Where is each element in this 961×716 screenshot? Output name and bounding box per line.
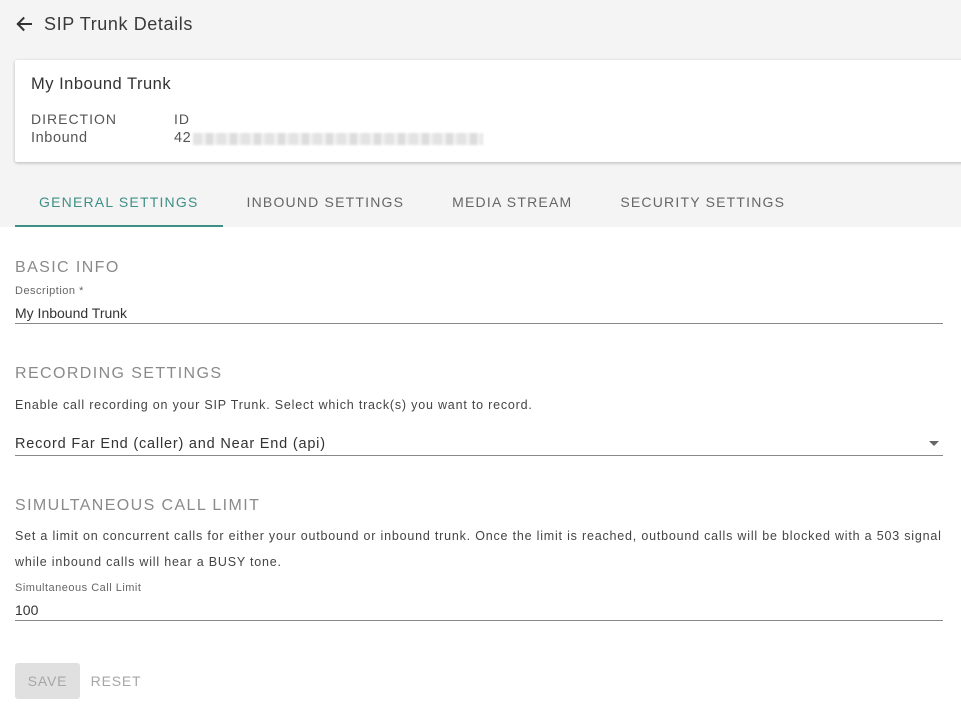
page-title: SIP Trunk Details (44, 13, 193, 34)
direction-value: Inbound (31, 130, 88, 146)
caret-down-icon (929, 441, 939, 446)
direction-label: DIRECTION (31, 111, 117, 127)
tab-media-stream[interactable]: MEDIA STREAM (428, 180, 596, 227)
save-button[interactable]: SAVE (15, 663, 80, 699)
call-limit-help-text: Set a limit on concurrent calls for eith… (15, 529, 942, 569)
direction-block: DIRECTION Inbound (31, 110, 117, 148)
reset-button[interactable]: RESET (88, 663, 144, 699)
recording-help-text: Enable call recording on your SIP Trunk.… (15, 398, 533, 412)
id-block: ID 42 (174, 110, 484, 148)
arrow-left-icon[interactable] (14, 14, 34, 34)
call-limit-heading: SIMULTANEOUS CALL LIMIT (15, 497, 261, 514)
recording-track-select[interactable]: Record Far End (caller) and Near End (ap… (15, 432, 943, 456)
description-field[interactable] (15, 302, 943, 324)
trunk-summary-card: My Inbound Trunk DIRECTION Inbound ID 42 (15, 60, 961, 162)
tab-security-settings[interactable]: SECURITY SETTINGS (596, 180, 809, 227)
id-label: ID (174, 111, 190, 127)
basic-info-heading: BASIC INFO (15, 259, 120, 276)
id-value-text: 42 (174, 130, 192, 146)
call-limit-label: Simultaneous Call Limit (15, 582, 142, 594)
id-value: 42 (174, 129, 484, 148)
redacted-id-mask (193, 132, 484, 145)
call-limit-field[interactable] (15, 599, 943, 621)
trunk-name: My Inbound Trunk (31, 75, 172, 93)
settings-tabs: GENERAL SETTINGS INBOUND SETTINGS MEDIA … (15, 180, 809, 227)
recording-settings-heading: RECORDING SETTINGS (15, 365, 223, 382)
description-label: Description * (15, 285, 84, 297)
tab-general-settings[interactable]: GENERAL SETTINGS (15, 180, 223, 227)
tab-inbound-settings[interactable]: INBOUND SETTINGS (223, 180, 429, 227)
page-header: SIP Trunk Details (14, 12, 193, 36)
recording-selected-value: Record Far End (caller) and Near End (ap… (15, 435, 326, 452)
